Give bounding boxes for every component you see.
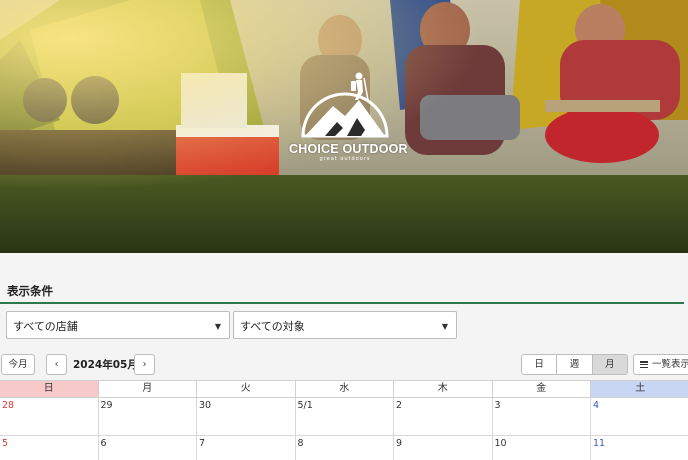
day-cell[interactable]: 5/1 bbox=[296, 398, 394, 435]
day-cell[interactable]: 2 bbox=[394, 398, 493, 435]
schedule-panel: 表示条件 すべての店舗 ▼ すべての対象 ▼ 今月 ‹ 2024年05月 › 日… bbox=[0, 253, 688, 460]
day-cell[interactable]: 9 bbox=[394, 436, 493, 460]
day-cell[interactable]: 6 bbox=[99, 436, 197, 460]
list-view-button[interactable]: 一覧表示 bbox=[633, 354, 688, 375]
day-cell[interactable]: 28 bbox=[0, 398, 99, 435]
day-cell[interactable]: 5 bbox=[0, 436, 99, 460]
prev-month-button[interactable]: ‹ bbox=[46, 354, 67, 375]
day-cell[interactable]: 30 bbox=[197, 398, 296, 435]
this-month-button[interactable]: 今月 bbox=[1, 354, 35, 375]
view-month-button[interactable]: 月 bbox=[592, 355, 627, 374]
chevron-right-icon: › bbox=[142, 359, 147, 370]
weekday-header: 日 月 火 水 木 金 土 bbox=[0, 380, 688, 398]
day-cell[interactable]: 10 bbox=[493, 436, 591, 460]
view-week-button[interactable]: 週 bbox=[557, 355, 593, 374]
display-conditions-heading: 表示条件 bbox=[7, 284, 53, 298]
caret-down-icon: ▼ bbox=[214, 322, 221, 331]
list-view-label: 一覧表示 bbox=[652, 359, 688, 370]
target-select-value: すべての対象 bbox=[240, 320, 305, 333]
mountain-hiker-icon bbox=[301, 72, 389, 138]
day-cell[interactable]: 3 bbox=[493, 398, 591, 435]
chevron-left-icon: ‹ bbox=[54, 359, 59, 370]
weekday-wed: 水 bbox=[296, 381, 394, 397]
weekday-mon: 月 bbox=[99, 381, 197, 397]
view-switcher: 日 週 月 bbox=[521, 354, 628, 375]
hero-banner: CHOICE OUTDOOR great outdoors bbox=[0, 0, 688, 253]
day-cell[interactable]: 8 bbox=[296, 436, 394, 460]
weekday-sun: 日 bbox=[0, 381, 99, 397]
brand-subtitle: great outdoors bbox=[319, 156, 371, 162]
day-cell[interactable]: 11 bbox=[591, 436, 688, 460]
caret-down-icon: ▼ bbox=[441, 322, 448, 331]
heading-divider bbox=[0, 302, 684, 304]
target-select[interactable]: すべての対象 ▼ bbox=[233, 311, 457, 339]
store-select-value: すべての店舗 bbox=[13, 320, 78, 333]
current-month-label: 2024年05月 bbox=[73, 359, 138, 371]
day-cell[interactable]: 29 bbox=[99, 398, 197, 435]
calendar-week: 5 6 7 8 9 10 11 bbox=[0, 436, 688, 460]
day-cell[interactable]: 7 bbox=[197, 436, 296, 460]
weekday-tue: 火 bbox=[197, 381, 296, 397]
brand-title: CHOICE OUTDOOR bbox=[289, 142, 408, 156]
view-day-button[interactable]: 日 bbox=[522, 355, 558, 374]
weekday-fri: 金 bbox=[493, 381, 591, 397]
weekday-sat: 土 bbox=[591, 381, 688, 397]
month-calendar: 日 月 火 水 木 金 土 28 29 30 5/1 2 3 4 5 6 7 8… bbox=[0, 380, 688, 460]
calendar-week: 28 29 30 5/1 2 3 4 bbox=[0, 398, 688, 436]
weekday-thu: 木 bbox=[394, 381, 493, 397]
next-month-button[interactable]: › bbox=[134, 354, 155, 375]
list-icon bbox=[640, 361, 648, 369]
store-select[interactable]: すべての店舗 ▼ bbox=[6, 311, 230, 339]
day-cell[interactable]: 4 bbox=[591, 398, 688, 435]
brand-logo: CHOICE OUTDOOR great outdoors bbox=[289, 70, 408, 170]
